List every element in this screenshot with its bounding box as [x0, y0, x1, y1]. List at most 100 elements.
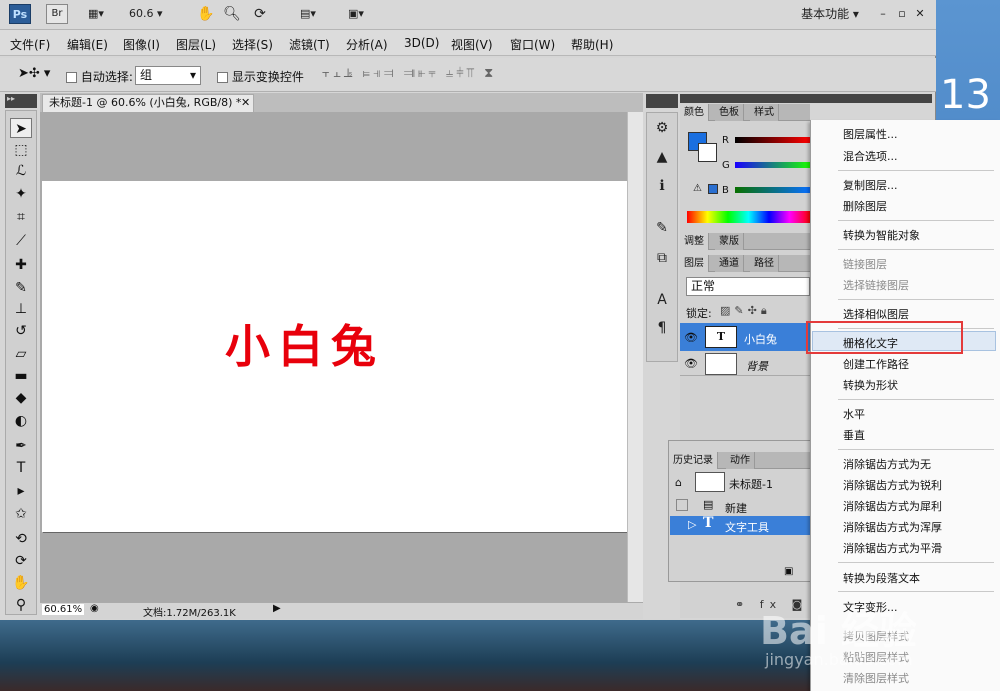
histogram-icon[interactable]: ▲ [652, 149, 672, 169]
layer-visibility-eye-icon[interactable]: 👁︎ [684, 357, 698, 370]
3d-rotate-icon[interactable]: ⟲ [10, 529, 32, 549]
rotate-view-icon[interactable]: ⟳ [250, 4, 270, 24]
brush-tool-icon[interactable]: ✎ [10, 278, 32, 298]
move-tool-icon[interactable]: ➤ [10, 118, 32, 138]
screen-mode-dropdown-icon[interactable]: ▣▾ [340, 4, 372, 24]
navigator-icon[interactable]: ⚙ [652, 120, 672, 140]
menu-item[interactable]: 图像(I) [123, 36, 160, 53]
panel-column-header[interactable] [680, 94, 932, 103]
move-tool-preset-icon[interactable]: ➤✣ ▾ [18, 66, 50, 81]
3d-orbit-icon[interactable]: ⟳ [10, 551, 32, 571]
context-menu-item[interactable]: 消除锯齿方式为锐利 [843, 477, 942, 493]
context-menu-item[interactable]: 图层属性... [843, 126, 898, 142]
maximize-button[interactable]: ▫ [895, 4, 909, 24]
dodge-tool-icon[interactable]: ◐ [10, 411, 32, 431]
tab-color[interactable]: 颜色 [680, 104, 709, 121]
context-menu-item[interactable]: 水平 [843, 406, 865, 422]
tab-masks[interactable]: 蒙版 [715, 233, 744, 250]
shape-tool-icon[interactable]: ✩ [10, 504, 32, 524]
magic-wand-icon[interactable]: ✦ [10, 184, 32, 204]
paragraph-icon[interactable]: ¶ [652, 320, 672, 340]
path-selection-icon[interactable]: ▸ [10, 481, 32, 501]
menu-item[interactable]: 图层(L) [176, 36, 216, 53]
bridge-button[interactable]: Br [46, 4, 68, 24]
tab-actions[interactable]: 动作 [726, 452, 755, 469]
pen-tool-icon[interactable]: ✒ [10, 436, 32, 456]
context-menu-item[interactable]: 消除锯齿方式为浑厚 [843, 519, 942, 535]
tab-swatches[interactable]: 色板 [715, 104, 744, 121]
context-menu-item[interactable]: 创建工作路径 [843, 356, 909, 372]
panel-dock-header[interactable] [646, 94, 678, 108]
crop-tool-icon[interactable]: ⌗ [10, 207, 32, 227]
layer-name[interactable]: 小白兔 [744, 331, 777, 347]
canvas-text-layer[interactable]: 小白兔 [225, 310, 384, 375]
eyedropper-icon[interactable]: ⟋ [10, 231, 32, 251]
zoom-level-dropdown[interactable]: 60.6 ▾ [128, 4, 178, 24]
context-menu-item[interactable]: 转换为形状 [843, 377, 898, 393]
channel-r-slider[interactable] [735, 137, 810, 143]
zoom-tool-icon[interactable]: 🔍︎ [222, 4, 242, 24]
history-item[interactable]: 新建 [725, 500, 747, 516]
tab-styles[interactable]: 样式 [750, 104, 779, 121]
eraser-icon[interactable]: ▱ [10, 344, 32, 364]
show-transform-option[interactable]: 显示变换控件 [217, 68, 304, 85]
zoom-tool-icon[interactable]: ⚲ [10, 595, 32, 615]
channel-g-slider[interactable] [735, 162, 810, 168]
context-menu-item[interactable]: 转换为智能对象 [843, 227, 920, 243]
close-tab-icon[interactable]: ✕ [241, 95, 250, 111]
lock-icons-group[interactable]: ▨✎✣🔒︎ [720, 304, 771, 318]
context-menu-item[interactable]: 消除锯齿方式为犀利 [843, 498, 942, 514]
hand-tool-icon[interactable]: ✋ [10, 573, 32, 593]
auto-select-dropdown[interactable]: 组 ▾ [135, 66, 201, 85]
menu-item[interactable]: 文件(F) [10, 36, 50, 53]
history-source-box[interactable] [676, 499, 688, 511]
menu-item[interactable]: 滤镜(T) [289, 36, 330, 53]
context-menu-item[interactable]: 消除锯齿方式为平滑 [843, 540, 942, 556]
gradient-tool-icon[interactable]: ▬ [10, 366, 32, 386]
tab-channels[interactable]: 通道 [715, 255, 744, 272]
menu-item[interactable]: 帮助(H) [571, 36, 613, 53]
toolbox-header[interactable]: ▸▸ [5, 94, 37, 108]
clone-stamp-icon[interactable]: ⊥ [10, 299, 32, 319]
gamut-warning-icon[interactable]: ⚠ [693, 183, 702, 194]
arrange-documents-icon[interactable]: ▤▾ [292, 4, 324, 24]
brushes-icon[interactable]: ✎ [652, 220, 672, 240]
history-snapshot[interactable]: 未标题-1 [729, 476, 773, 492]
blend-mode-dropdown[interactable]: 正常 [686, 277, 810, 296]
blur-tool-icon[interactable]: ◆ [10, 388, 32, 408]
background-color-swatch[interactable] [698, 143, 717, 162]
color-spectrum-bar[interactable] [687, 211, 810, 223]
hand-tool-icon[interactable]: ✋ [196, 4, 216, 24]
screen-mode-icon[interactable]: ▦▾ [80, 4, 112, 24]
channel-b-slider[interactable] [735, 187, 810, 193]
clone-source-icon[interactable]: ⧉ [652, 250, 672, 270]
document-tab[interactable]: 未标题-1 @ 60.6% (小白兔, RGB/8) * ✕ [42, 94, 254, 112]
marquee-tool-icon[interactable]: ⬚ [10, 140, 32, 160]
layer-name[interactable]: 背景 [746, 358, 768, 374]
auto-select-option[interactable]: 自动选择: [66, 68, 133, 85]
tab-paths[interactable]: 路径 [750, 255, 779, 272]
info-icon[interactable]: ℹ [652, 178, 672, 198]
menu-item[interactable]: 分析(A) [346, 36, 388, 53]
lasso-tool-icon[interactable]: ℒ [10, 161, 32, 181]
show-transform-checkbox[interactable] [217, 72, 228, 83]
tab-adjustments[interactable]: 调整 [680, 233, 709, 250]
menu-item[interactable]: 3D(D) [404, 36, 439, 50]
menu-item[interactable]: 视图(V) [451, 36, 493, 53]
context-menu-item[interactable]: 垂直 [843, 427, 865, 443]
context-menu-item[interactable]: 转换为段落文本 [843, 570, 920, 586]
context-menu-item[interactable]: 选择相似图层 [843, 306, 909, 322]
align-buttons-group[interactable]: ⫟⫠⫡ ⫢⫣⫤ ⫥⫦⫧ ⫨⫩⫪ ⧗ [322, 66, 496, 81]
workspace-switcher[interactable]: 基本功能 ▾ [790, 4, 870, 24]
close-button[interactable]: ✕ [913, 4, 927, 24]
menu-item[interactable]: 编辑(E) [67, 36, 108, 53]
tab-history[interactable]: 历史记录 [669, 452, 718, 469]
layer-row[interactable] [680, 352, 810, 376]
healing-brush-icon[interactable]: ✚ [10, 255, 32, 275]
minimize-button[interactable]: – [876, 4, 890, 24]
character-icon[interactable]: A [652, 292, 672, 312]
context-menu-item[interactable]: 删除图层 [843, 198, 887, 214]
type-tool-icon[interactable]: T [10, 458, 32, 478]
tab-layers[interactable]: 图层 [680, 255, 709, 272]
layer-visibility-eye-icon[interactable]: 👁︎ [684, 331, 698, 344]
